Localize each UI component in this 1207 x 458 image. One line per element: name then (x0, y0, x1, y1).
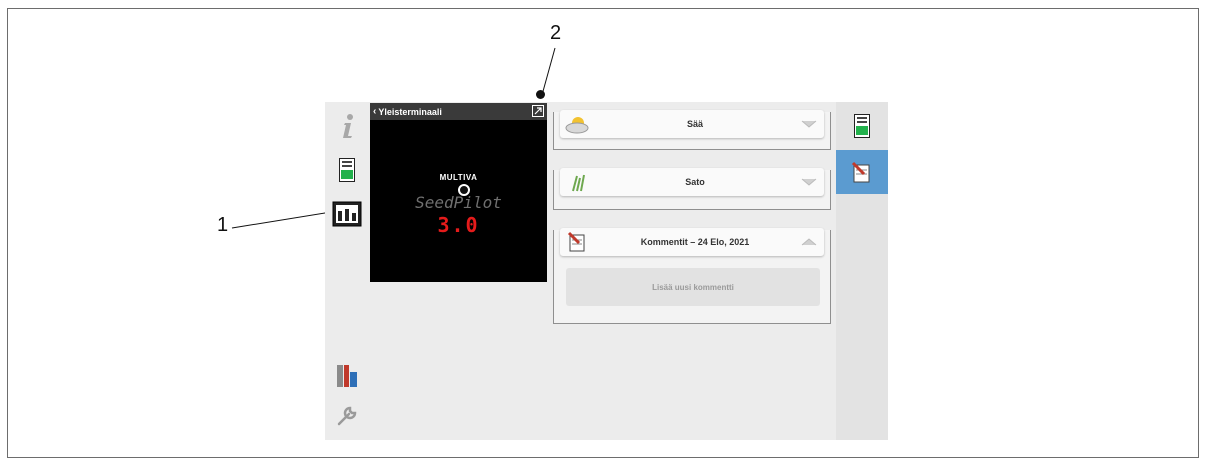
add-comment-button[interactable]: Lisää uusi kommentti (566, 268, 820, 306)
device-button[interactable] (331, 360, 363, 392)
info-icon (343, 114, 353, 138)
chevron-left-icon: ‹ (373, 106, 377, 117)
comments-widget: Kommentit – 24 Elo, 2021 Lisää uusi komm… (553, 228, 831, 324)
layout-button[interactable] (331, 198, 363, 230)
product-name: SeedPilot (415, 193, 502, 212)
callout-2-label: 2 (550, 22, 562, 44)
right-sidebar (836, 102, 888, 440)
sun-cloud-icon (560, 114, 596, 134)
settings-button[interactable] (331, 400, 363, 432)
product-version: 3.0 (437, 213, 480, 237)
terminal-icon (854, 114, 870, 138)
chevron-down-icon (794, 178, 824, 186)
crop-widget: Sato (553, 168, 831, 210)
callout-1-dot (458, 184, 470, 196)
terminal-button[interactable] (331, 154, 363, 186)
back-button[interactable]: ‹ Yleisterminaali (373, 106, 442, 117)
vt-header: ‹ Yleisterminaali (370, 103, 547, 120)
callout-2-dot (536, 90, 545, 99)
external-link-icon (534, 107, 542, 115)
terminal-icon (339, 158, 355, 182)
comments-widget-header[interactable]: Kommentit – 24 Elo, 2021 (560, 228, 824, 256)
crop-icon (560, 172, 596, 192)
notepad-pen-icon (560, 231, 596, 253)
device-icon (337, 365, 357, 387)
terminal-tab[interactable] (836, 104, 888, 148)
crop-widget-title: Sato (685, 177, 705, 187)
brand-logo: MULTIVA (439, 173, 478, 182)
comments-widget-title: Kommentit – 24 Elo, 2021 (640, 237, 750, 247)
back-label: Yleisterminaali (378, 106, 442, 117)
weather-widget-title: Sää (686, 119, 703, 129)
callout-1-label: 1 (217, 214, 229, 236)
weather-widget: Sää (553, 110, 831, 150)
chevron-up-icon (794, 238, 824, 246)
notes-tab[interactable] (836, 150, 888, 194)
weather-widget-header[interactable]: Sää (560, 110, 824, 138)
terminal-screen: ‹ Yleisterminaali MULTIVA SeedPilot 3.0 … (325, 102, 888, 440)
chevron-down-icon (794, 120, 824, 128)
wrench-icon (337, 406, 357, 426)
notepad-pen-icon (851, 161, 870, 183)
virtual-terminal-panel[interactable]: ‹ Yleisterminaali MULTIVA SeedPilot 3.0 (370, 103, 547, 282)
left-sidebar (325, 102, 369, 440)
popout-button[interactable] (532, 105, 544, 117)
crop-widget-header[interactable]: Sato (560, 168, 824, 196)
layout-icon (332, 201, 362, 227)
info-button[interactable] (331, 110, 363, 142)
